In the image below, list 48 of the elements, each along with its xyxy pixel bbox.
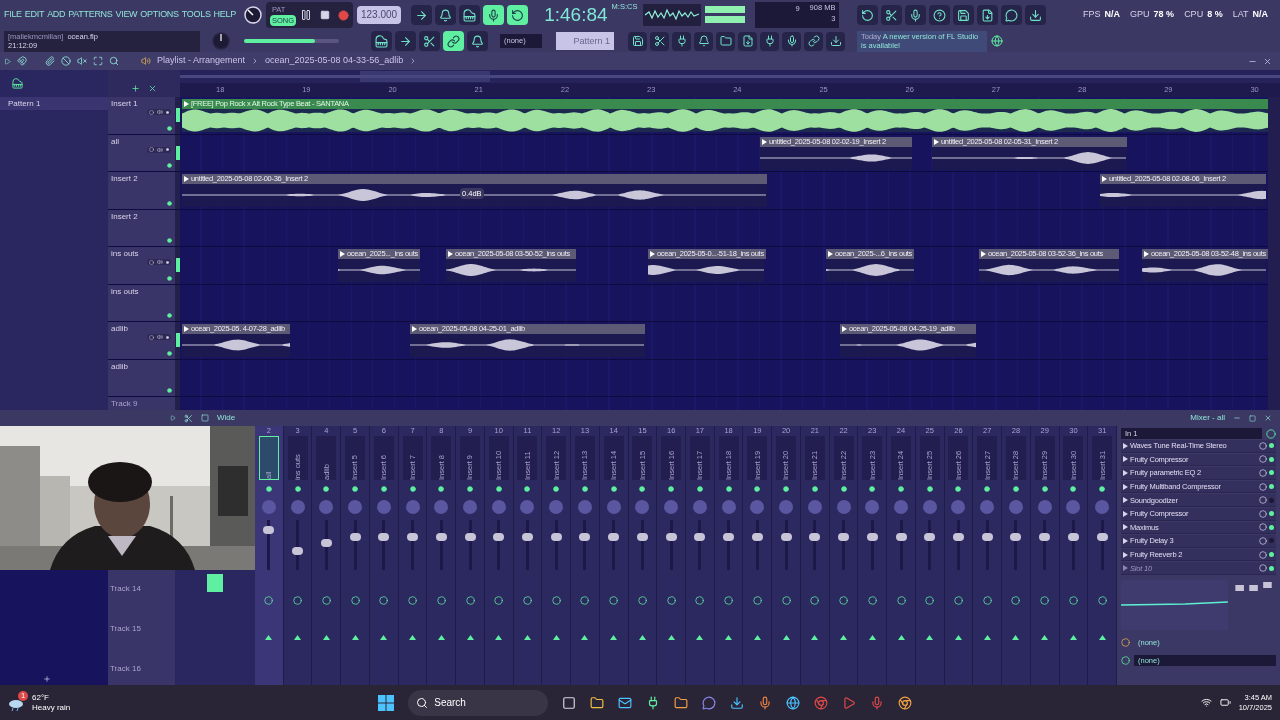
track-name: ins outs [111, 248, 140, 260]
weather-temp: 62°F [32, 692, 50, 703]
track-header[interactable]: adlib [108, 359, 175, 396]
menu-item[interactable]: PATTERNS [68, 8, 113, 22]
track-name: adlib [111, 360, 129, 373]
menu-item[interactable]: TOOLS [181, 8, 211, 22]
stat-label: CPU [1184, 8, 1204, 22]
track-name: Insert 2 [111, 173, 139, 185]
menu-item[interactable]: VIEW [115, 8, 138, 22]
stat-label: FPS [1083, 8, 1101, 22]
track-header[interactable]: adlib [108, 322, 175, 359]
track-header[interactable]: all [108, 134, 175, 171]
track-header[interactable]: ins outs [108, 284, 175, 321]
menu-item[interactable]: ADD [47, 8, 66, 22]
track-header[interactable]: ins outs [108, 247, 175, 284]
window-title: Playlist - Arrangement [157, 54, 246, 68]
stat-label: LAT [1232, 8, 1249, 22]
track-name: all [111, 135, 120, 148]
stat-value: N/A [1252, 8, 1268, 22]
track-header[interactable]: Insert 2 [108, 172, 175, 209]
track-name: adlib [111, 323, 129, 335]
search-field[interactable]: Search [408, 689, 549, 716]
track-name: Insert 2 [111, 210, 139, 223]
view-mode[interactable]: Wide [217, 412, 236, 424]
track-header[interactable]: Track 14 Track 15 Track 16 [108, 570, 175, 685]
menu-item[interactable]: HELP [213, 8, 236, 22]
track-header[interactable]: Insert 1 [108, 97, 175, 134]
track-name: Track 16 [110, 663, 142, 675]
track-header[interactable]: Insert 2 [108, 209, 175, 246]
stat-value: N/A [1104, 8, 1121, 22]
mixer-title: Mixer - all [1190, 412, 1225, 424]
tempo-display[interactable]: 123.000 [357, 6, 402, 24]
weather-text: Heavy rain [32, 702, 71, 713]
menu-item[interactable]: FILE [4, 8, 22, 22]
track-name: Insert 1 [111, 98, 139, 110]
window-path: ocean_2025-05-08 04-33-56_adlib [265, 54, 404, 68]
stat-value: 78 % [1153, 8, 1175, 22]
track-name: Track 14 [110, 583, 142, 595]
time-display: 1:46:84 [544, 4, 608, 26]
track-name: Track 9 [111, 398, 139, 410]
menu-item[interactable]: EDIT [24, 8, 45, 22]
menu-item[interactable]: OPTIONS [140, 8, 179, 22]
track-name: ins outs [111, 285, 140, 298]
stat-label: GPU [1130, 8, 1150, 22]
stat-value: 8 % [1207, 8, 1223, 22]
track-header[interactable]: Track 9 [108, 397, 175, 410]
track-name: Track 15 [110, 623, 142, 635]
pattern-item[interactable]: Pattern 1 [0, 97, 108, 110]
